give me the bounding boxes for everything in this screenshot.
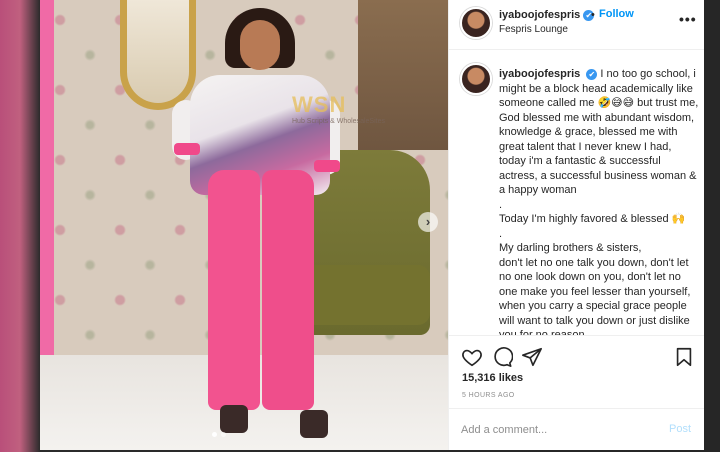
- caption-dot-2: .: [499, 227, 503, 240]
- carousel-dot: [221, 432, 226, 437]
- person-pants-right: [262, 170, 314, 410]
- pink-wall-panel: [40, 0, 54, 370]
- caption-line-4: don't let no one talk you down, don't le…: [499, 256, 691, 336]
- carousel-dots: [212, 432, 226, 437]
- caption-verified-badge-icon: ✔: [586, 68, 598, 80]
- watermark-subtitle: Hub Scripts & WholesaleSites: [292, 118, 385, 125]
- gold-mirror: [120, 0, 196, 110]
- header-username[interactable]: iyaboojofespris ✔: [499, 9, 595, 21]
- caption-dot-1: .: [499, 198, 503, 211]
- caption-area: iyaboojofespris ✔ I no too go school, i …: [449, 50, 705, 335]
- caption-username[interactable]: iyaboojofespris: [499, 68, 580, 80]
- comment-input[interactable]: [461, 420, 651, 440]
- likes-count[interactable]: 15,316 likes: [462, 372, 523, 384]
- caption-text: iyaboojofespris ✔ I no too go school, i …: [499, 67, 699, 335]
- share-send-icon[interactable]: [521, 346, 543, 368]
- next-image-button[interactable]: ›: [418, 212, 438, 232]
- right-cuff: [314, 160, 340, 172]
- caption-line-1: I no too go school, i might be a block h…: [499, 68, 699, 196]
- location-link[interactable]: Fespris Lounge: [499, 24, 568, 35]
- post-side-panel: iyaboojofespris ✔ • Follow Fespris Lounge…: [448, 0, 705, 450]
- post-timestamp[interactable]: 5 HOURS AGO: [462, 392, 515, 399]
- person-pants-left: [208, 170, 260, 410]
- header-username-text[interactable]: iyaboojofespris: [499, 9, 580, 21]
- caption-avatar[interactable]: [460, 63, 492, 95]
- post-actions: 15,316 likes 5 HOURS AGO: [449, 335, 705, 415]
- right-backdrop: [704, 0, 720, 452]
- wooden-door: [358, 0, 448, 150]
- like-heart-icon[interactable]: [461, 346, 483, 368]
- post-photo[interactable]: WSN Hub Scripts & WholesaleSites ›: [40, 0, 448, 450]
- follow-button[interactable]: Follow: [599, 8, 634, 20]
- left-shoe: [220, 405, 248, 433]
- avatar[interactable]: [460, 7, 492, 39]
- comment-box: Post: [449, 408, 705, 450]
- person-face: [240, 20, 280, 70]
- more-options-icon[interactable]: •••: [679, 12, 697, 28]
- left-cuff: [174, 143, 200, 155]
- separator-dot: •: [591, 9, 595, 21]
- right-shoe: [300, 410, 328, 438]
- caption-line-2: Today I'm highly favored & blessed 🙌: [499, 213, 686, 225]
- bookmark-save-icon[interactable]: [673, 346, 695, 368]
- watermark: WSN: [292, 92, 347, 117]
- comment-bubble-icon[interactable]: [491, 346, 513, 368]
- post-comment-button[interactable]: Post: [669, 423, 691, 435]
- carousel-dot-active: [212, 432, 217, 437]
- caption-line-3: My darling brothers & sisters,: [499, 242, 642, 254]
- post-header: iyaboojofespris ✔ • Follow Fespris Lounge…: [449, 0, 705, 50]
